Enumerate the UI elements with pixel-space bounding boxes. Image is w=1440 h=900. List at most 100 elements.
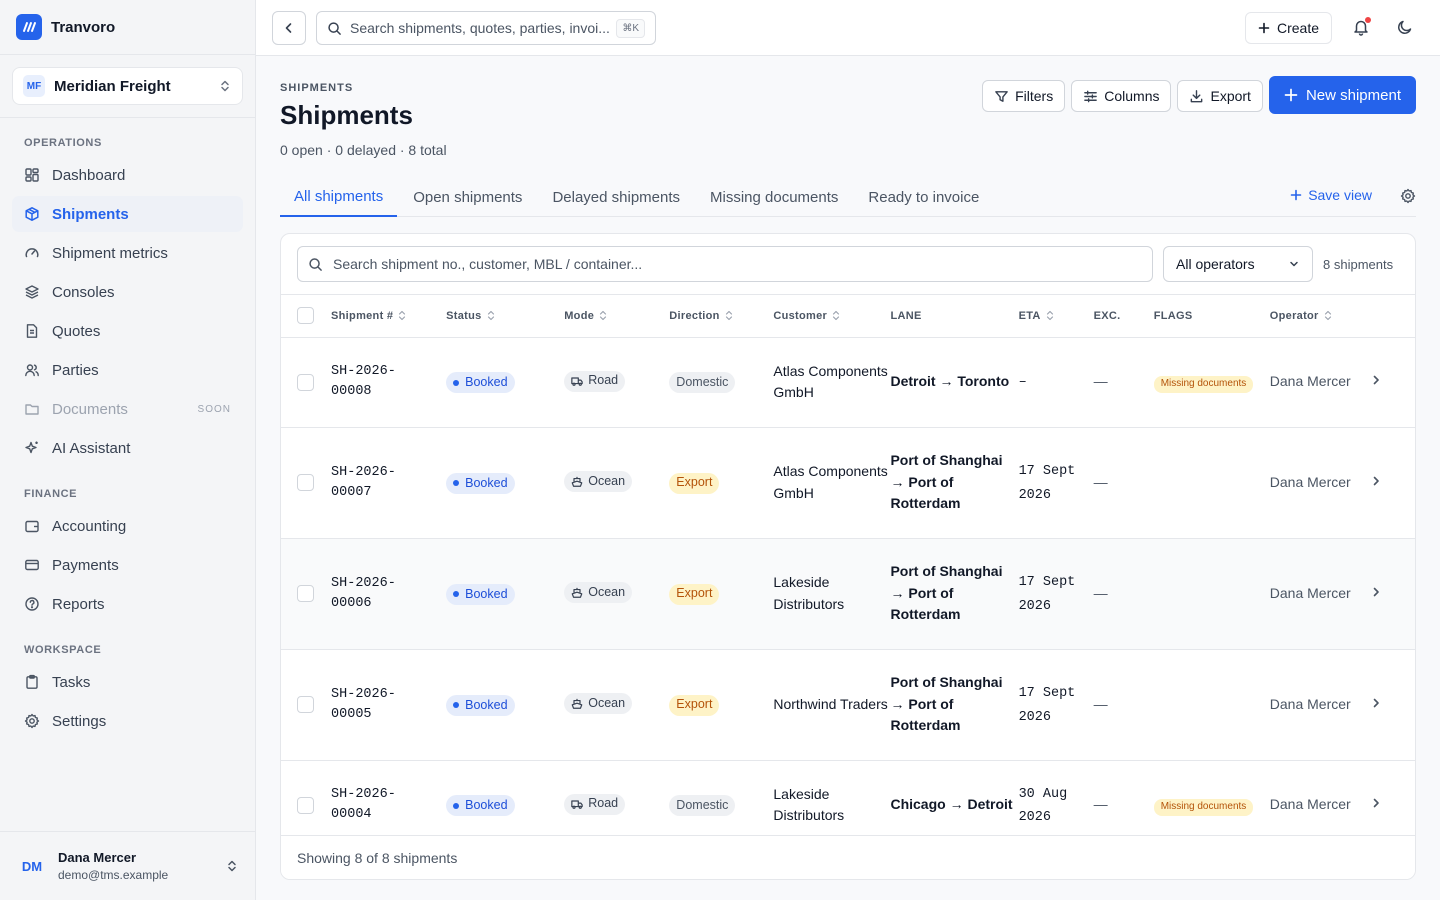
column-header-customer[interactable]: Customer xyxy=(773,295,891,338)
sidebar-item-parties[interactable]: Parties xyxy=(12,352,243,388)
tab-missing-documents[interactable]: Missing documents xyxy=(696,178,852,216)
tab-all-shipments[interactable]: All shipments xyxy=(280,178,398,217)
filters-button[interactable]: Filters xyxy=(982,80,1066,112)
sidebar-item-ai-assistant[interactable]: AI Assistant xyxy=(12,430,243,466)
column-header-eta[interactable]: ETA xyxy=(1018,295,1094,338)
chevron-right-icon[interactable] xyxy=(1370,697,1382,709)
folder-icon xyxy=(24,401,40,417)
sidebar-item-payments[interactable]: Payments xyxy=(12,547,243,583)
exceptions-value: — xyxy=(1093,473,1108,490)
chevron-right-icon[interactable] xyxy=(1370,797,1382,809)
theme-toggle[interactable] xyxy=(1396,18,1414,36)
notifications-button[interactable] xyxy=(1352,17,1371,36)
direction-cell: Export xyxy=(669,538,774,650)
row-checkbox[interactable] xyxy=(297,796,314,814)
shipment-number-prefix: SH-2026- xyxy=(331,787,396,802)
row-checkbox[interactable] xyxy=(297,373,314,391)
column-header-label: FLAGS xyxy=(1153,309,1193,322)
org-switcher[interactable]: MF Meridian Freight xyxy=(12,67,243,105)
sidebar-item-shipment-metrics[interactable]: Shipment metrics xyxy=(12,235,243,271)
column-header-label: ETA xyxy=(1018,309,1041,322)
eta-text: – xyxy=(1018,375,1027,391)
save-view-button[interactable]: Save view xyxy=(1290,187,1372,203)
org-name: Meridian Freight xyxy=(54,77,171,95)
sidebar-item-label: Parties xyxy=(52,361,99,379)
chevron-right-icon[interactable] xyxy=(1370,586,1382,598)
exceptions-value: — xyxy=(1093,373,1108,390)
back-button[interactable] xyxy=(272,11,306,45)
chevron-right-icon[interactable] xyxy=(1370,475,1382,487)
sort-icon xyxy=(1046,310,1054,321)
flags-cell: Missing documents xyxy=(1153,337,1270,428)
tab-ready-to-invoice[interactable]: Ready to invoice xyxy=(854,178,993,216)
breadcrumb: SHIPMENTS xyxy=(280,82,354,94)
sidebar-item-reports[interactable]: Reports xyxy=(12,586,243,622)
new-shipment-button[interactable]: New shipment xyxy=(1268,76,1416,114)
plus-icon xyxy=(1290,189,1302,201)
user-menu[interactable]: DM Dana Mercer demo@tms.example xyxy=(0,831,255,900)
direction-badge: Domestic xyxy=(669,372,736,394)
table-footer: Showing 8 of 8 shipments xyxy=(281,835,1415,879)
save-view-label: Save view xyxy=(1308,187,1372,203)
users-icon xyxy=(24,362,40,378)
sort-icon xyxy=(487,310,495,321)
row-checkbox[interactable] xyxy=(297,696,314,713)
exceptions-cell: — xyxy=(1093,427,1154,539)
customer-name: Atlas Components GmbH xyxy=(773,463,888,501)
sidebar-item-dashboard[interactable]: Dashboard xyxy=(12,157,243,193)
view-settings-button[interactable] xyxy=(1400,188,1416,204)
sidebar-item-shipments[interactable]: Shipments xyxy=(12,196,243,232)
columns-button[interactable]: Columns xyxy=(1071,80,1172,112)
table-row[interactable]: SH-2026- 00008 Booked Road Domestic Atlas Com… xyxy=(281,337,1415,428)
shortcut-badge: ⌘K xyxy=(616,18,645,38)
status-label: Booked xyxy=(465,475,508,490)
table-row[interactable]: SH-2026- 00007 Booked Ocean Export Atlas Comp… xyxy=(281,427,1415,539)
shipment-search-input[interactable]: Search shipment no., customer, MBL / con… xyxy=(297,246,1153,282)
sidebar-item-label: Consoles xyxy=(52,283,115,301)
sidebar-item-settings[interactable]: Settings xyxy=(12,703,243,739)
export-button[interactable]: Export xyxy=(1177,80,1263,112)
sidebar-item-tasks[interactable]: Tasks xyxy=(12,664,243,700)
status-dot xyxy=(453,802,460,809)
column-header-shipment[interactable]: Shipment # xyxy=(331,295,447,338)
operator-cell: Dana Mercer xyxy=(1269,427,1360,539)
shipment-search-placeholder: Search shipment no., customer, MBL / con… xyxy=(333,256,643,272)
operator-select[interactable]: All operators xyxy=(1163,246,1313,282)
row-checkbox[interactable] xyxy=(297,474,314,491)
sidebar-item-accounting[interactable]: Accounting xyxy=(12,508,243,544)
column-header-status[interactable]: Status xyxy=(446,295,565,338)
select-all-checkbox[interactable] xyxy=(297,307,314,325)
tab-open-shipments[interactable]: Open shipments xyxy=(399,178,536,216)
exceptions-value: — xyxy=(1093,695,1108,712)
global-search-input[interactable]: Search shipments, quotes, parties, invoi… xyxy=(316,11,656,45)
row-checkbox[interactable] xyxy=(297,585,314,602)
status-cell: Booked xyxy=(446,427,565,539)
operator-name: Dana Mercer xyxy=(1269,796,1351,813)
row-select-cell xyxy=(281,337,332,428)
status-label: Booked xyxy=(465,697,508,712)
status-dot xyxy=(453,702,460,709)
table-row[interactable]: SH-2026- 00005 Booked Ocean Export Northwind … xyxy=(281,649,1415,761)
row-select-cell xyxy=(281,649,332,761)
column-header-label: Status xyxy=(446,309,482,322)
column-header-operator[interactable]: Operator xyxy=(1269,295,1360,338)
table-row[interactable]: SH-2026- 00006 Booked Ocean Export Lakeside D… xyxy=(281,538,1415,650)
shipment-number-cell: SH-2026- 00007 xyxy=(331,427,447,539)
column-header-direction[interactable]: Direction xyxy=(669,295,774,338)
chevron-right-icon[interactable] xyxy=(1370,374,1382,386)
eta-text: 17 Sept 2026 xyxy=(1018,686,1076,725)
column-header-mode[interactable]: Mode xyxy=(564,295,670,338)
column-header-label: Customer xyxy=(773,309,828,322)
sidebar-item-label: Accounting xyxy=(52,517,127,535)
lane-text: Port of Shanghai → Port of Rotterdam xyxy=(890,452,1003,512)
brand[interactable]: Tranvoro xyxy=(0,0,255,55)
tab-delayed-shipments[interactable]: Delayed shipments xyxy=(538,178,694,216)
sidebar-item-consoles[interactable]: Consoles xyxy=(12,274,243,310)
exceptions-value: — xyxy=(1093,796,1108,813)
table-toolbar: Search shipment no., customer, MBL / con… xyxy=(281,234,1415,295)
column-header-label: Operator xyxy=(1269,309,1319,322)
status-dot xyxy=(453,379,460,386)
create-button[interactable]: Create xyxy=(1244,12,1332,44)
flags-cell xyxy=(1153,538,1270,650)
sidebar-item-quotes[interactable]: Quotes xyxy=(12,313,243,349)
